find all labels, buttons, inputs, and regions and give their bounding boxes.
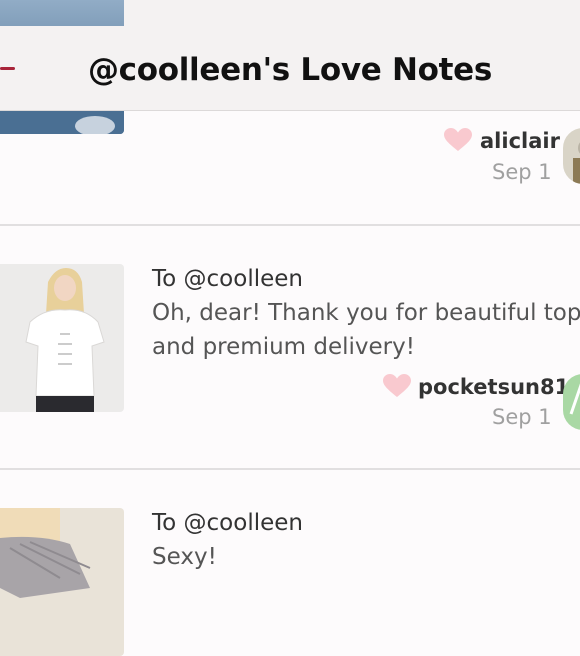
note-recipient: To @coolleen: [152, 510, 303, 536]
note-username[interactable]: aliclair: [480, 129, 560, 153]
heart-icon: [444, 128, 472, 151]
note-message: Sexy!: [152, 544, 217, 570]
product-image-icon: [25, 268, 105, 412]
love-note-2[interactable]: To @coolleen Oh, dear! Thank you for bea…: [0, 226, 580, 468]
product-thumbnail[interactable]: [0, 264, 124, 412]
note-recipient: To @coolleen: [152, 266, 303, 292]
nav-bar: @coolleen's Love Notes: [0, 26, 580, 111]
note-username[interactable]: pocketsun81: [418, 375, 569, 399]
product-image-icon: [0, 508, 91, 598]
user-avatar[interactable]: [563, 374, 580, 430]
product-thumbnail[interactable]: [0, 508, 124, 656]
avatar-photo-icon: [573, 142, 580, 184]
page-title: @coolleen's Love Notes: [87, 52, 493, 88]
avatar-letter-icon: [569, 383, 580, 415]
heart-icon: [383, 374, 411, 397]
love-note-3[interactable]: To @coolleen Sexy!: [0, 470, 580, 656]
user-avatar[interactable]: [563, 128, 580, 184]
note-message: Oh, dear! Thank you for beautiful top an…: [152, 300, 580, 360]
note-date: Sep 1: [492, 405, 552, 429]
note-date: Sep 1: [492, 160, 552, 184]
